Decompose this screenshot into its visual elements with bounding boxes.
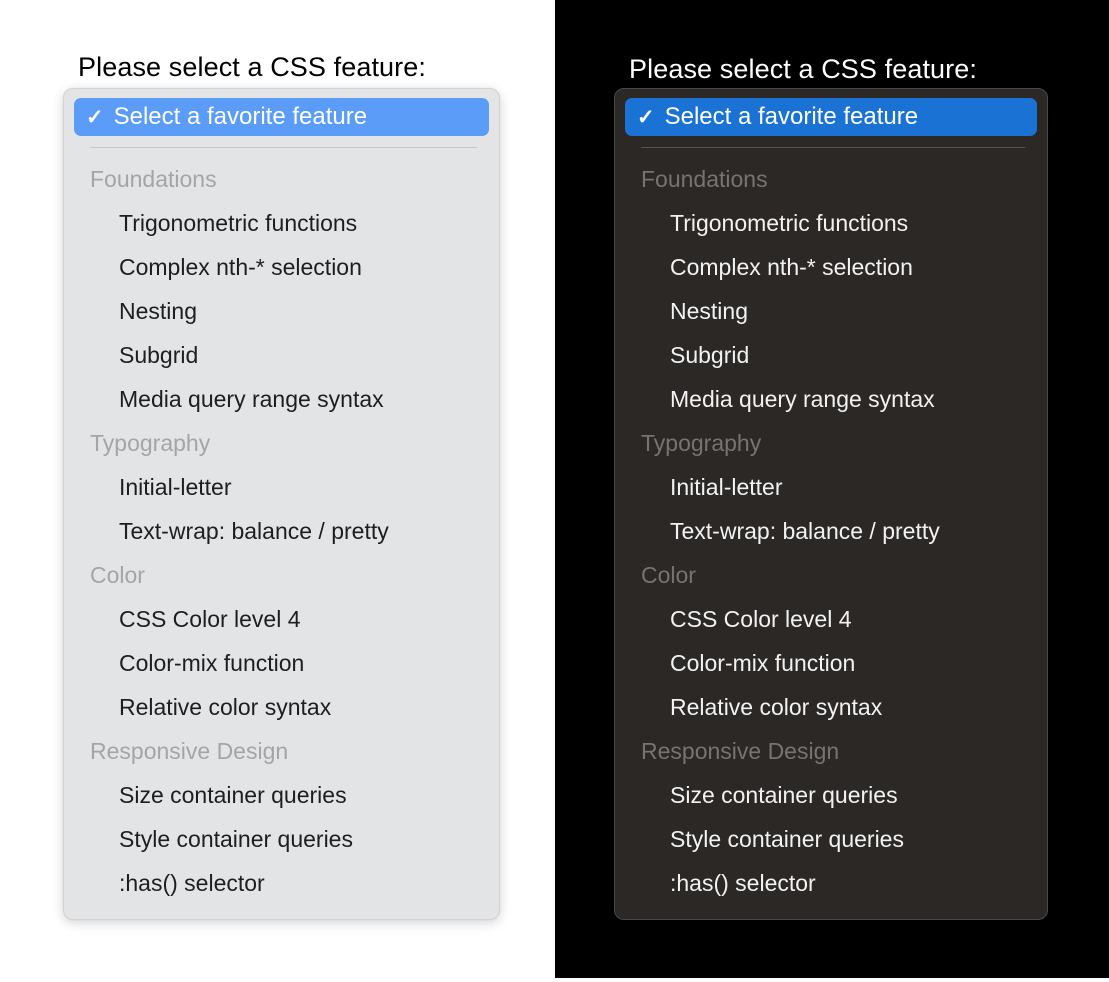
option-item[interactable]: Initial-letter [615, 465, 1047, 509]
menu-separator [90, 147, 477, 148]
option-group-foundations: Foundations Trigonometric functions Comp… [64, 157, 499, 421]
option-item[interactable]: Media query range syntax [64, 377, 499, 421]
option-item[interactable]: Nesting [64, 289, 499, 333]
option-group-color: Color CSS Color level 4 Color-mix functi… [64, 553, 499, 729]
feature-select-dropdown-light[interactable]: ✓ Select a favorite feature Foundations … [63, 88, 500, 920]
option-item[interactable]: Trigonometric functions [64, 201, 499, 245]
option-item[interactable]: Complex nth-* selection [615, 245, 1047, 289]
option-item[interactable]: Color-mix function [64, 641, 499, 685]
comparison-stage: Please select a CSS feature: ✓ Select a … [0, 0, 1109, 982]
option-item[interactable]: Nesting [615, 289, 1047, 333]
option-item[interactable]: Text-wrap: balance / pretty [615, 509, 1047, 553]
checkmark-icon: ✓ [86, 105, 104, 129]
option-item[interactable]: CSS Color level 4 [615, 597, 1047, 641]
selected-option-label: Select a favorite feature [113, 103, 368, 130]
option-group-color: Color CSS Color level 4 Color-mix functi… [615, 553, 1047, 729]
option-item[interactable]: Relative color syntax [64, 685, 499, 729]
group-label: Foundations [90, 166, 217, 192]
option-item[interactable]: :has() selector [615, 861, 1047, 905]
option-group-foundations: Foundations Trigonometric functions Comp… [615, 157, 1047, 421]
option-item[interactable]: Initial-letter [64, 465, 499, 509]
feature-select-dropdown-dark[interactable]: ✓ Select a favorite feature Foundations … [614, 88, 1048, 920]
option-group-typography: Typography Initial-letter Text-wrap: bal… [615, 421, 1047, 553]
option-item[interactable]: Size container queries [615, 773, 1047, 817]
group-label: Typography [641, 430, 762, 456]
group-label: Responsive Design [90, 738, 289, 764]
page-title: Please select a CSS feature: [629, 54, 977, 84]
selected-option-row[interactable]: ✓ Select a favorite feature [625, 98, 1037, 136]
option-item[interactable]: Style container queries [64, 817, 499, 861]
option-item[interactable]: Style container queries [615, 817, 1047, 861]
light-theme-pane: Please select a CSS feature: ✓ Select a … [0, 0, 555, 982]
group-label: Color [90, 562, 145, 588]
group-label: Color [641, 562, 696, 588]
option-group-responsive-design: Responsive Design Size container queries… [64, 729, 499, 905]
option-item[interactable]: Subgrid [64, 333, 499, 377]
option-item[interactable]: Subgrid [615, 333, 1047, 377]
page-title: Please select a CSS feature: [78, 52, 426, 82]
group-label: Foundations [641, 166, 768, 192]
group-label: Responsive Design [641, 738, 840, 764]
option-item[interactable]: Complex nth-* selection [64, 245, 499, 289]
option-item[interactable]: Color-mix function [615, 641, 1047, 685]
option-group-responsive-design: Responsive Design Size container queries… [615, 729, 1047, 905]
option-item[interactable]: Trigonometric functions [615, 201, 1047, 245]
option-item[interactable]: Text-wrap: balance / pretty [64, 509, 499, 553]
menu-separator [641, 147, 1025, 148]
option-item[interactable]: Media query range syntax [615, 377, 1047, 421]
option-item[interactable]: CSS Color level 4 [64, 597, 499, 641]
option-item[interactable]: Relative color syntax [615, 685, 1047, 729]
option-group-typography: Typography Initial-letter Text-wrap: bal… [64, 421, 499, 553]
checkmark-icon: ✓ [637, 105, 655, 129]
selected-option-label: Select a favorite feature [664, 103, 919, 130]
dark-theme-pane: Please select a CSS feature: ✓ Select a … [555, 0, 1109, 978]
option-item[interactable]: :has() selector [64, 861, 499, 905]
selected-option-row[interactable]: ✓ Select a favorite feature [74, 98, 489, 136]
group-label: Typography [90, 430, 211, 456]
option-item[interactable]: Size container queries [64, 773, 499, 817]
